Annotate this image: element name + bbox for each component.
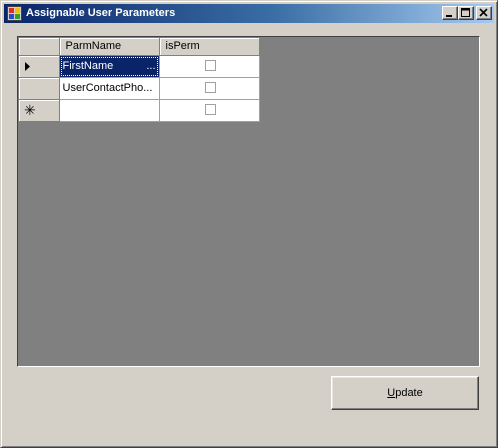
row-header[interactable] (19, 77, 60, 100)
row-header[interactable]: ✳ (19, 99, 60, 122)
grid-corner-header[interactable] (19, 38, 60, 56)
isperm-checkbox[interactable] (204, 103, 216, 115)
parmname-value: UserContactPho... (62, 81, 153, 94)
maximize-button[interactable] (458, 6, 474, 20)
parmname-cell[interactable]: UserContactPho... (59, 77, 160, 100)
row-header[interactable] (19, 55, 60, 78)
column-header-parmname[interactable]: ParmName (59, 38, 160, 56)
isperm-cell[interactable] (159, 55, 260, 78)
title-bar[interactable]: Assignable User Parameters (4, 4, 494, 23)
new-row[interactable]: ✳ (19, 99, 260, 122)
grid-table: ParmName isPerm FirstName ... UserContac… (19, 38, 260, 122)
isperm-cell[interactable] (159, 77, 260, 100)
isperm-cell[interactable] (159, 99, 260, 122)
update-label-rest: pdate (395, 387, 423, 399)
isperm-checkbox[interactable] (204, 81, 216, 93)
parameters-datagrid[interactable]: ParmName isPerm FirstName ... UserContac… (17, 36, 480, 367)
minimize-button[interactable] (442, 6, 458, 20)
column-header-isperm[interactable]: isPerm (159, 38, 260, 56)
parmname-cell[interactable] (59, 99, 160, 122)
table-row[interactable]: UserContactPho... (19, 77, 260, 100)
new-row-asterisk-icon: ✳ (24, 101, 36, 118)
main-window: Assignable User Parameters ParmName isPe… (0, 0, 498, 448)
close-icon (479, 8, 488, 17)
isperm-checkbox[interactable] (204, 59, 216, 71)
current-row-arrow-icon (25, 61, 30, 71)
table-row[interactable]: FirstName ... (19, 55, 260, 78)
app-window-icon[interactable] (7, 6, 22, 21)
update-mnemonic: U (387, 387, 396, 399)
close-button[interactable] (476, 6, 492, 20)
update-button[interactable]: Update (331, 376, 479, 410)
parmname-cell[interactable]: FirstName ... (59, 55, 160, 78)
minimize-icon (446, 15, 452, 17)
window-title: Assignable User Parameters (26, 7, 176, 19)
ellipsis-button[interactable]: ... (146, 60, 155, 73)
parmname-value: FirstName (62, 59, 114, 72)
maximize-icon (461, 8, 470, 17)
